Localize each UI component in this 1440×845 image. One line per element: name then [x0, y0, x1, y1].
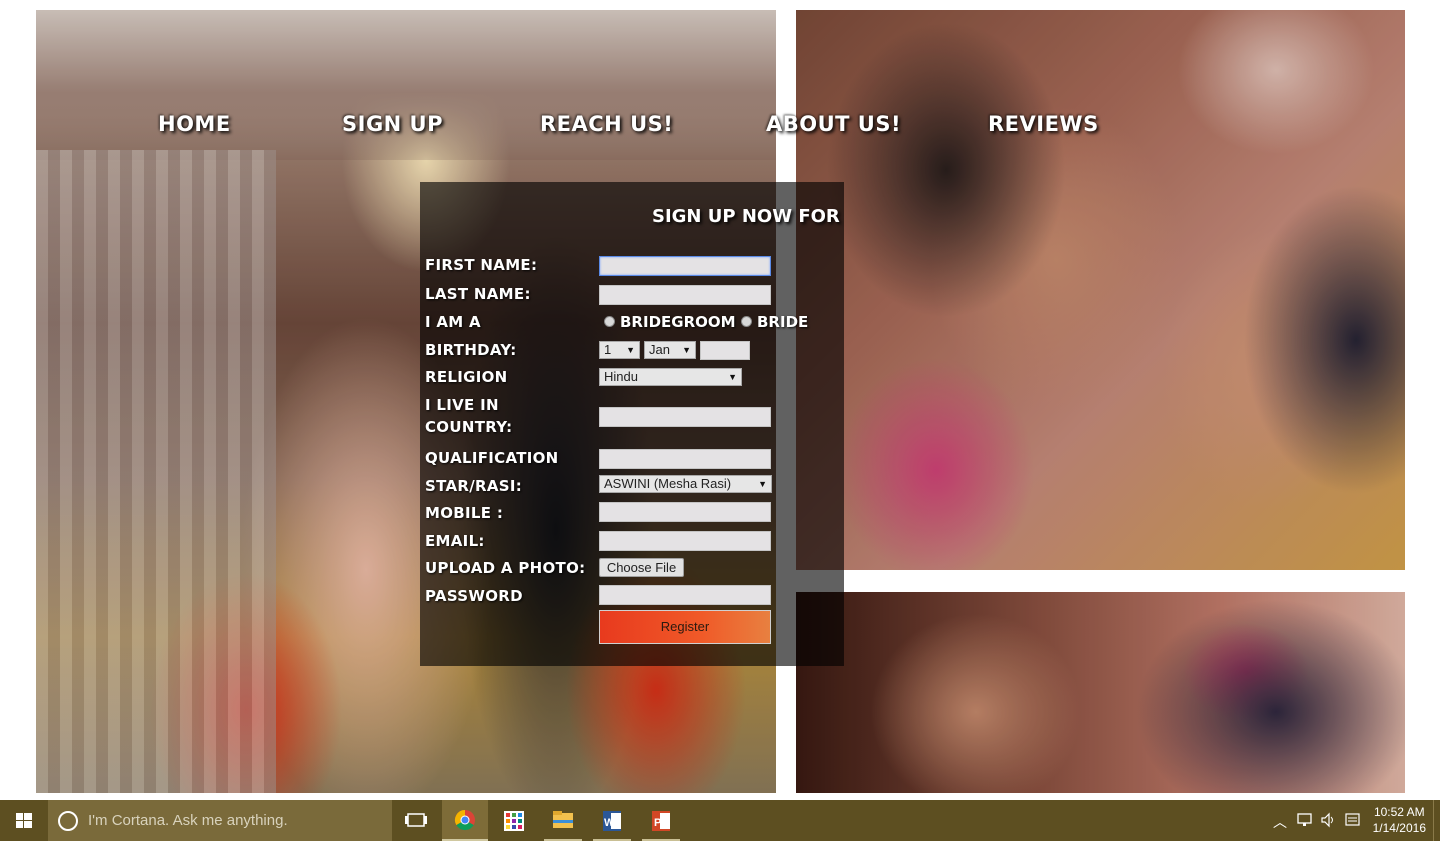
qualification-label: QUALIFICATION [425, 449, 559, 467]
svg-text:P: P [654, 817, 661, 829]
last-name-label: LAST NAME: [425, 285, 531, 303]
religion-label: RELIGION [425, 368, 508, 386]
first-name-label: FIRST NAME: [425, 256, 538, 274]
bridegroom-label: BRIDEGROOM [620, 313, 736, 331]
qualification-input[interactable] [599, 449, 771, 469]
nav-reach-us[interactable]: REACH US! [540, 112, 673, 142]
store-taskbar-button[interactable] [491, 800, 537, 841]
password-input[interactable] [599, 585, 771, 605]
cortana-icon [58, 811, 78, 831]
word-taskbar-button[interactable]: W [589, 800, 635, 841]
chrome-icon [454, 809, 475, 831]
start-button[interactable] [0, 800, 48, 841]
clock-time: 10:52 AM [1373, 805, 1425, 819]
form-title: SIGN UP NOW FOR F [652, 206, 844, 227]
religion-select[interactable]: Hindu ▼ [599, 368, 742, 386]
powerpoint-icon: P [652, 811, 670, 831]
photo-label: UPLOAD A PHOTO: [425, 559, 586, 577]
register-button[interactable]: Register [599, 610, 771, 644]
store-icon [504, 811, 524, 831]
network-icon[interactable] [1296, 812, 1314, 832]
notifications-icon[interactable] [1344, 812, 1362, 832]
star-label: STAR/RASI: [425, 477, 523, 495]
country-label-line2: COUNTRY: [425, 418, 513, 436]
photo-overlay [796, 592, 1405, 793]
birth-year-input[interactable] [700, 341, 750, 360]
chevron-down-icon: ▼ [758, 479, 767, 489]
clock-date: 1/14/2016 [1372, 821, 1426, 835]
country-label-line1: I LIVE IN [425, 396, 499, 414]
svg-text:W: W [604, 817, 615, 829]
taskbar: I'm Cortana. Ask me anything. W P ︿ 10:5… [0, 800, 1440, 841]
background-photo-kiss [796, 10, 1405, 570]
windows-icon [16, 813, 32, 828]
nav-reviews[interactable]: REVIEWS [988, 112, 1099, 142]
chevron-up-icon[interactable]: ︿ [1273, 812, 1287, 832]
powerpoint-taskbar-button[interactable]: P [638, 800, 684, 841]
birth-day-select[interactable]: 1 ▼ [599, 341, 640, 359]
nav-signup[interactable]: SIGN UP [342, 112, 443, 142]
word-icon: W [603, 811, 621, 831]
first-name-input[interactable] [599, 256, 771, 276]
chevron-down-icon: ▼ [682, 345, 691, 355]
email-label: EMAIL: [425, 532, 485, 550]
bride-label: BRIDE [757, 313, 809, 331]
choose-file-button[interactable]: Choose File [599, 558, 684, 577]
cortana-search-box[interactable]: I'm Cortana. Ask me anything. [48, 800, 392, 841]
task-view-button[interactable] [393, 800, 439, 841]
birthday-label: BIRTHDAY: [425, 341, 517, 359]
file-explorer-taskbar-button[interactable] [540, 800, 586, 841]
chrome-taskbar-button[interactable] [442, 800, 488, 841]
volume-icon[interactable] [1320, 812, 1338, 832]
mobile-label: MOBILE : [425, 504, 504, 522]
religion-value: Hindu [604, 369, 638, 384]
gender-label: I AM A [425, 313, 481, 331]
nav-home[interactable]: HOME [158, 112, 231, 142]
birth-day-value: 1 [604, 342, 612, 357]
chevron-down-icon: ▼ [626, 345, 635, 355]
nav-about-us[interactable]: ABOUT US! [766, 112, 901, 142]
bridegroom-radio[interactable] [604, 316, 615, 327]
signup-form-panel: SIGN UP NOW FOR F FIRST NAME: LAST NAME:… [420, 182, 844, 666]
task-view-icon [405, 813, 427, 827]
chevron-down-icon: ▼ [728, 372, 737, 382]
country-input[interactable] [599, 407, 771, 427]
birth-month-value: Jan [649, 342, 670, 357]
star-value: ASWINI (Mesha Rasi) [604, 476, 732, 491]
background-photo-bride [796, 592, 1405, 793]
email-input[interactable] [599, 531, 771, 551]
last-name-input[interactable] [599, 285, 771, 305]
mobile-input[interactable] [599, 502, 771, 522]
photo-overlay [796, 10, 1405, 570]
show-desktop-button[interactable] [1433, 800, 1440, 841]
system-clock[interactable]: 10:52 AM 1/14/2016 [1373, 804, 1426, 836]
birth-month-select[interactable]: Jan ▼ [644, 341, 696, 359]
password-label: PASSWORD [425, 587, 523, 605]
file-explorer-icon [553, 811, 573, 828]
cortana-placeholder: I'm Cortana. Ask me anything. [88, 812, 288, 829]
bride-radio[interactable] [741, 316, 752, 327]
star-select[interactable]: ASWINI (Mesha Rasi) ▼ [599, 475, 772, 493]
